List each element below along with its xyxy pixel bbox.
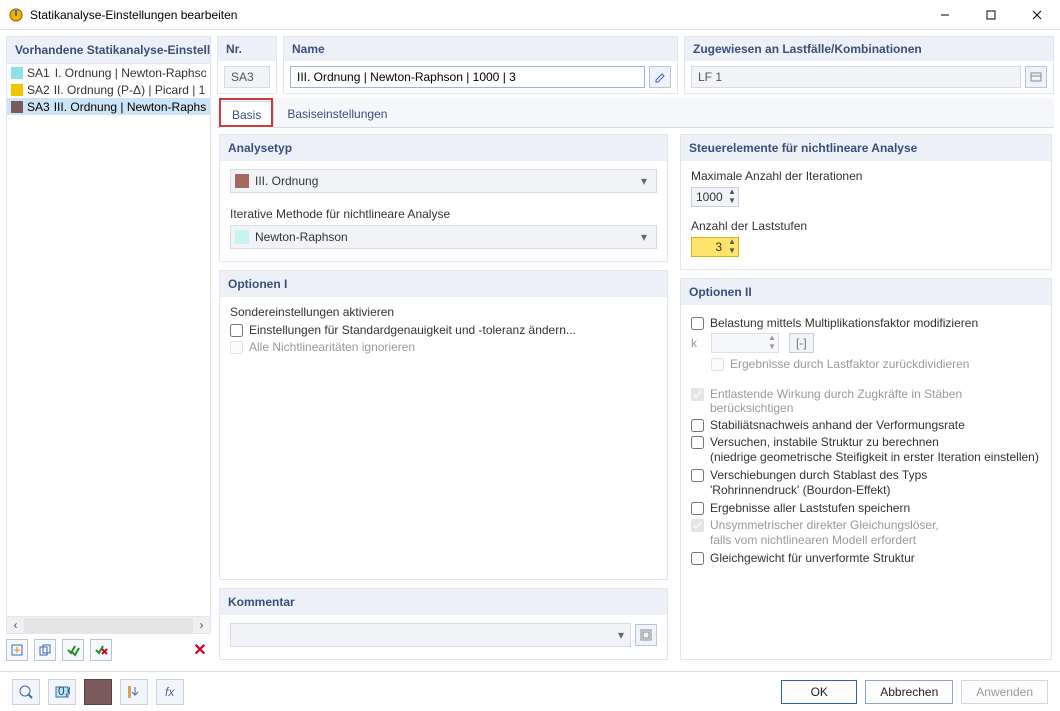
assigned-label: Zugewiesen an Lastfälle/Kombinationen [685, 37, 1053, 61]
color-swatch-icon [11, 67, 23, 79]
analysetyp-combo[interactable]: III. Ordnung ▾ [230, 169, 657, 193]
optionen1-header: Optionen I [220, 271, 667, 297]
apply-button: Anwenden [961, 680, 1048, 704]
k-label: k [691, 336, 705, 350]
kommentar-pick-button[interactable] [635, 624, 657, 646]
tab-basiseinstellungen[interactable]: Basiseinstellungen [274, 100, 400, 127]
scroll-right-icon[interactable]: › [193, 617, 210, 634]
cb-verschiebungen-bourdon[interactable]: Verschiebungen durch Stablast des Typs'R… [691, 468, 1041, 498]
assigned-browse-button[interactable] [1025, 66, 1047, 88]
units-button[interactable]: 0,00 [48, 679, 76, 705]
help-button[interactable] [12, 679, 40, 705]
scroll-left-icon[interactable]: ‹ [7, 617, 24, 634]
cb-instabile-struktur[interactable]: Versuchen, instabile Struktur zu berechn… [691, 435, 1041, 465]
chevron-down-icon: ▾ [612, 628, 630, 642]
name-label: Name [284, 37, 677, 61]
iterative-method-combo[interactable]: Newton-Raphson ▾ [230, 225, 657, 249]
cb-multiplikationsfaktor[interactable]: Belastung mittels Multiplikationsfaktor … [691, 316, 1041, 330]
list-item[interactable]: SA2 II. Ordnung (P-Δ) | Picard | 100 | 1 [7, 81, 210, 98]
cb-lastfaktor-zurueck: Ergebnisse durch Lastfaktor zurückdividi… [711, 357, 1041, 371]
analysetyp-header: Analysetyp [220, 135, 667, 161]
cb-entlastende-wirkung: Entlastende Wirkung durch Zugkräfte in S… [691, 387, 1041, 415]
color-swatch-icon [235, 230, 249, 244]
list-h-scrollbar[interactable]: ‹ › [7, 616, 210, 633]
kommentar-combo[interactable]: ▾ [230, 623, 631, 647]
duplicate-button[interactable] [34, 639, 56, 661]
max-iter-spinner[interactable]: 1000 ▲▼ [691, 187, 739, 207]
new-item-button[interactable] [6, 639, 28, 661]
spin-down-icon[interactable]: ▼ [726, 247, 738, 256]
list-item[interactable]: SA1 I. Ordnung | Newton-Raphson [7, 64, 210, 81]
color-button[interactable] [84, 679, 112, 705]
minimize-button[interactable] [922, 0, 968, 30]
assigned-field: LF 1 [691, 66, 1021, 88]
app-icon [8, 7, 24, 23]
tab-bar: Basis Basiseinstellungen [217, 98, 1054, 128]
k-unit: [-] [789, 333, 814, 353]
color-swatch-icon [11, 101, 23, 113]
maximize-button[interactable] [968, 0, 1014, 30]
nr-label: Nr. [218, 37, 276, 61]
color-swatch-icon [11, 84, 23, 96]
chevron-down-icon: ▾ [636, 174, 652, 188]
uncheck-all-button[interactable] [90, 639, 112, 661]
color-swatch-icon [235, 174, 249, 188]
delete-button[interactable]: ✕ [189, 639, 211, 661]
name-input[interactable] [290, 66, 645, 88]
iterative-method-label: Iterative Methode für nichtlineare Analy… [230, 207, 657, 221]
svg-text:0,00: 0,00 [58, 684, 70, 698]
kommentar-header: Kommentar [220, 589, 667, 615]
cb-stabilitaetsnachweis[interactable]: Stabiliätsnachweis anhand der Verformung… [691, 418, 1041, 432]
optionen2-header: Optionen II [681, 279, 1051, 305]
spin-down-icon[interactable]: ▼ [726, 197, 738, 206]
k-spinner: ▲▼ [711, 333, 779, 353]
settings-list[interactable]: SA1 I. Ordnung | Newton-Raphson SA2 II. … [6, 63, 211, 634]
load-steps-spinner[interactable]: 3 ▲▼ [691, 237, 739, 257]
cb-unsymmetrischer-loeser: Unsymmetrischer direkter Gleichungslöser… [691, 518, 1041, 548]
sondereinstellungen-label: Sondereinstellungen aktivieren [230, 305, 657, 319]
check-all-button[interactable] [62, 639, 84, 661]
edit-name-button[interactable] [649, 66, 671, 88]
chevron-down-icon: ▾ [636, 230, 652, 244]
load-steps-label: Anzahl der Laststufen [691, 219, 1041, 233]
cb-nichtlinearitaeten-ignorieren: Alle Nichtlinearitäten ignorieren [230, 340, 657, 354]
tab-basis[interactable]: Basis [219, 101, 274, 128]
ok-button[interactable]: OK [781, 680, 857, 704]
k-row: k ▲▼ [-] [691, 333, 1041, 353]
close-button[interactable] [1014, 0, 1060, 30]
svg-text:fx: fx [165, 685, 175, 699]
titlebar: Statikanalyse-Einstellungen bearbeiten [0, 0, 1060, 30]
cancel-button[interactable]: Abbrechen [865, 680, 953, 704]
list-item[interactable]: SA3 III. Ordnung | Newton-Raphson | 1000… [7, 98, 210, 115]
dialog-footer: 0,00 fx OK Abbrechen Anwenden [0, 671, 1060, 711]
cb-gleichgewicht-unverformt[interactable]: Gleichgewicht für unverformte Struktur [691, 551, 1041, 565]
steuerelemente-header: Steuerelemente für nichtlineare Analyse [681, 135, 1051, 161]
cb-standardgenauigkeit[interactable]: Einstellungen für Standardgenauigkeit un… [230, 323, 657, 337]
max-iter-label: Maximale Anzahl der Iterationen [691, 169, 1041, 183]
left-panel-header: Vorhandene Statikanalyse-Einstellungen [6, 36, 211, 63]
cb-laststufen-speichern[interactable]: Ergebnisse aller Laststufen speichern [691, 501, 1041, 515]
function-button[interactable]: fx [156, 679, 184, 705]
window-title: Statikanalyse-Einstellungen bearbeiten [30, 8, 922, 22]
nr-field: SA3 [224, 66, 270, 88]
left-toolbar: ✕ [6, 638, 211, 662]
sort-button[interactable] [120, 679, 148, 705]
